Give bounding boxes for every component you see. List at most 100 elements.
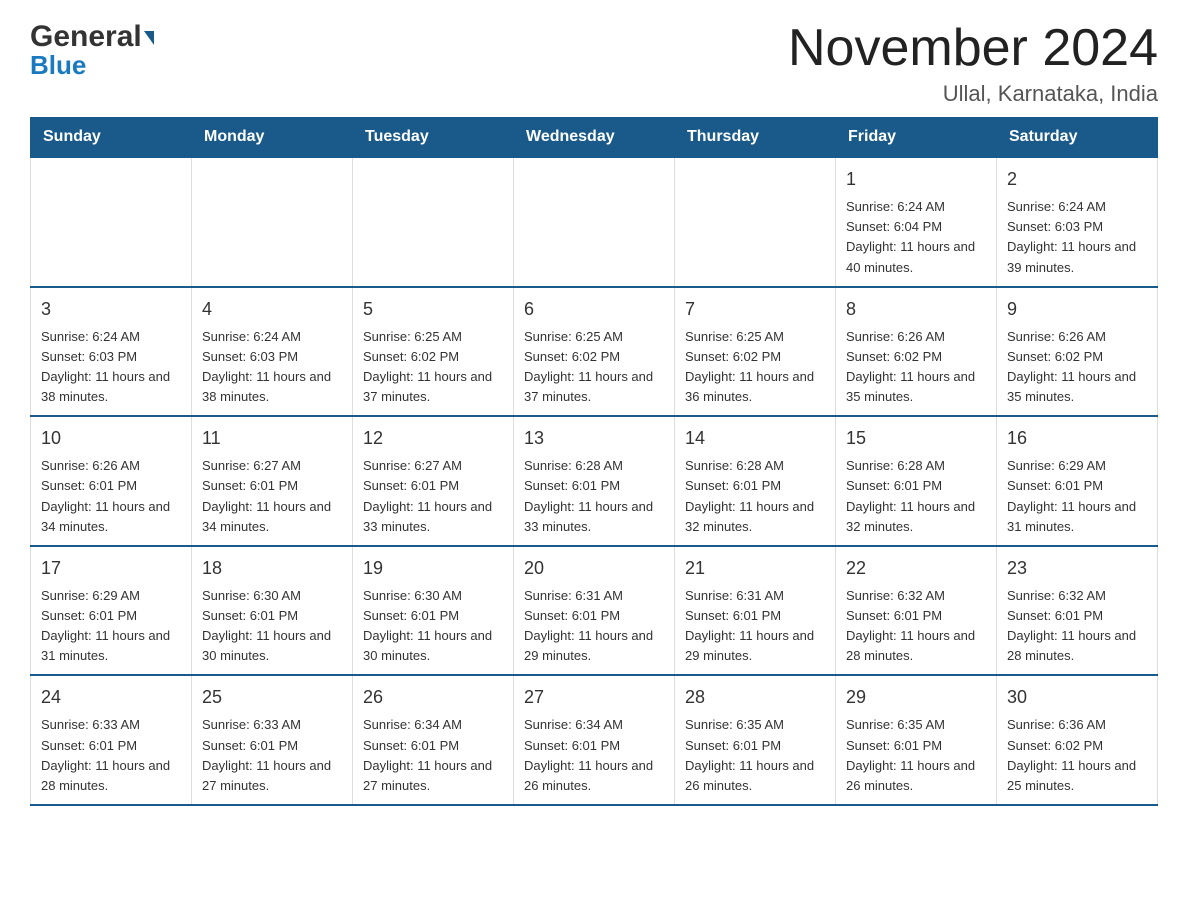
table-row — [675, 157, 836, 287]
day-number: 9 — [1007, 296, 1147, 323]
day-number: 12 — [363, 425, 503, 452]
calendar-table: Sunday Monday Tuesday Wednesday Thursday… — [30, 117, 1158, 806]
day-info: Sunrise: 6:27 AMSunset: 6:01 PMDaylight:… — [202, 456, 342, 537]
day-number: 19 — [363, 555, 503, 582]
table-row: 8Sunrise: 6:26 AMSunset: 6:02 PMDaylight… — [836, 287, 997, 417]
day-number: 5 — [363, 296, 503, 323]
day-info: Sunrise: 6:34 AMSunset: 6:01 PMDaylight:… — [363, 715, 503, 796]
day-number: 26 — [363, 684, 503, 711]
table-row: 11 Sunrise: 6:27 AMSunset: 6:01 PMDayligh… — [192, 416, 353, 546]
day-number: 4 — [202, 296, 342, 323]
day-number: 11 — [202, 425, 342, 452]
day-info: Sunrise: 6:30 AMSunset: 6:01 PMDaylight:… — [202, 586, 342, 667]
table-row: 2 Sunrise: 6:24 AMSunset: 6:03 PMDaylight… — [997, 157, 1158, 287]
header-saturday: Saturday — [997, 118, 1158, 158]
day-info: Sunrise: 6:24 AMSunset: 6:03 PMDaylight:… — [202, 327, 342, 408]
day-number: 22 — [846, 555, 986, 582]
table-row: 15 Sunrise: 6:28 AMSunset: 6:01 PMDayligh… — [836, 416, 997, 546]
location-title: Ullal, Karnataka, India — [788, 81, 1158, 107]
day-info: Sunrise: 6:32 AMSunset: 6:01 PMDaylight:… — [846, 586, 986, 667]
table-row — [353, 157, 514, 287]
table-row: 25 Sunrise: 6:33 AMSunset: 6:01 PMDayligh… — [192, 675, 353, 805]
table-row: 20 Sunrise: 6:31 AMSunset: 6:01 PMDayligh… — [514, 546, 675, 676]
table-row: 22 Sunrise: 6:32 AMSunset: 6:01 PMDayligh… — [836, 546, 997, 676]
day-number: 1 — [846, 166, 986, 193]
logo-blue-text: Blue — [30, 50, 86, 81]
day-number: 2 — [1007, 166, 1147, 193]
day-number: 20 — [524, 555, 664, 582]
table-row: 24Sunrise: 6:33 AMSunset: 6:01 PMDayligh… — [31, 675, 192, 805]
table-row — [514, 157, 675, 287]
table-row: 23 Sunrise: 6:32 AMSunset: 6:01 PMDayligh… — [997, 546, 1158, 676]
day-number: 21 — [685, 555, 825, 582]
day-info: Sunrise: 6:25 AMSunset: 6:02 PMDaylight:… — [524, 327, 664, 408]
table-row: 17 Sunrise: 6:29 AMSunset: 6:01 PMDayligh… — [31, 546, 192, 676]
day-number: 25 — [202, 684, 342, 711]
logo: General Blue — [30, 20, 154, 81]
day-number: 10 — [41, 425, 181, 452]
table-row: 1 Sunrise: 6:24 AMSunset: 6:04 PMDaylight… — [836, 157, 997, 287]
day-info: Sunrise: 6:25 AMSunset: 6:02 PMDaylight:… — [363, 327, 503, 408]
day-number: 30 — [1007, 684, 1147, 711]
table-row: 30 Sunrise: 6:36 AMSunset: 6:02 PMDayligh… — [997, 675, 1158, 805]
table-row: 10 Sunrise: 6:26 AMSunset: 6:01 PMDayligh… — [31, 416, 192, 546]
day-number: 3 — [41, 296, 181, 323]
header-thursday: Thursday — [675, 118, 836, 158]
day-info: Sunrise: 6:24 AMSunset: 6:03 PMDaylight:… — [1007, 197, 1147, 278]
header-tuesday: Tuesday — [353, 118, 514, 158]
day-info: Sunrise: 6:36 AMSunset: 6:02 PMDaylight:… — [1007, 715, 1147, 796]
table-row — [31, 157, 192, 287]
table-row: 7 Sunrise: 6:25 AMSunset: 6:02 PMDaylight… — [675, 287, 836, 417]
month-title: November 2024 — [788, 20, 1158, 77]
day-info: Sunrise: 6:28 AMSunset: 6:01 PMDaylight:… — [685, 456, 825, 537]
table-row: 27 Sunrise: 6:34 AMSunset: 6:01 PMDayligh… — [514, 675, 675, 805]
table-row: 26 Sunrise: 6:34 AMSunset: 6:01 PMDayligh… — [353, 675, 514, 805]
day-info: Sunrise: 6:28 AMSunset: 6:01 PMDaylight:… — [846, 456, 986, 537]
header-friday: Friday — [836, 118, 997, 158]
calendar-header-row: Sunday Monday Tuesday Wednesday Thursday… — [31, 118, 1158, 158]
calendar-week-row: 1 Sunrise: 6:24 AMSunset: 6:04 PMDaylight… — [31, 157, 1158, 287]
day-info: Sunrise: 6:31 AMSunset: 6:01 PMDaylight:… — [524, 586, 664, 667]
header-wednesday: Wednesday — [514, 118, 675, 158]
day-number: 27 — [524, 684, 664, 711]
day-info: Sunrise: 6:31 AMSunset: 6:01 PMDaylight:… — [685, 586, 825, 667]
day-number: 7 — [685, 296, 825, 323]
day-number: 17 — [41, 555, 181, 582]
table-row: 29 Sunrise: 6:35 AMSunset: 6:01 PMDayligh… — [836, 675, 997, 805]
day-info: Sunrise: 6:35 AMSunset: 6:01 PMDaylight:… — [685, 715, 825, 796]
table-row: 4 Sunrise: 6:24 AMSunset: 6:03 PMDaylight… — [192, 287, 353, 417]
day-info: Sunrise: 6:25 AMSunset: 6:02 PMDaylight:… — [685, 327, 825, 408]
table-row: 3 Sunrise: 6:24 AMSunset: 6:03 PMDaylight… — [31, 287, 192, 417]
day-number: 23 — [1007, 555, 1147, 582]
day-info: Sunrise: 6:26 AMSunset: 6:01 PMDaylight:… — [41, 456, 181, 537]
page-header: General Blue November 2024 Ullal, Karnat… — [30, 20, 1158, 107]
table-row: 28 Sunrise: 6:35 AMSunset: 6:01 PMDayligh… — [675, 675, 836, 805]
header-monday: Monday — [192, 118, 353, 158]
calendar-title-area: November 2024 Ullal, Karnataka, India — [788, 20, 1158, 107]
day-number: 15 — [846, 425, 986, 452]
day-number: 28 — [685, 684, 825, 711]
table-row: 16Sunrise: 6:29 AMSunset: 6:01 PMDayligh… — [997, 416, 1158, 546]
table-row: 13 Sunrise: 6:28 AMSunset: 6:01 PMDayligh… — [514, 416, 675, 546]
day-info: Sunrise: 6:35 AMSunset: 6:01 PMDaylight:… — [846, 715, 986, 796]
table-row: 12Sunrise: 6:27 AMSunset: 6:01 PMDayligh… — [353, 416, 514, 546]
day-info: Sunrise: 6:29 AMSunset: 6:01 PMDaylight:… — [41, 586, 181, 667]
day-number: 14 — [685, 425, 825, 452]
day-info: Sunrise: 6:34 AMSunset: 6:01 PMDaylight:… — [524, 715, 664, 796]
day-info: Sunrise: 6:30 AMSunset: 6:01 PMDaylight:… — [363, 586, 503, 667]
table-row: 6Sunrise: 6:25 AMSunset: 6:02 PMDaylight… — [514, 287, 675, 417]
table-row — [192, 157, 353, 287]
table-row: 18 Sunrise: 6:30 AMSunset: 6:01 PMDayligh… — [192, 546, 353, 676]
table-row: 19 Sunrise: 6:30 AMSunset: 6:01 PMDayligh… — [353, 546, 514, 676]
table-row: 21 Sunrise: 6:31 AMSunset: 6:01 PMDayligh… — [675, 546, 836, 676]
table-row: 14 Sunrise: 6:28 AMSunset: 6:01 PMDayligh… — [675, 416, 836, 546]
day-info: Sunrise: 6:26 AMSunset: 6:02 PMDaylight:… — [1007, 327, 1147, 408]
day-info: Sunrise: 6:24 AMSunset: 6:04 PMDaylight:… — [846, 197, 986, 278]
day-info: Sunrise: 6:33 AMSunset: 6:01 PMDaylight:… — [202, 715, 342, 796]
day-info: Sunrise: 6:28 AMSunset: 6:01 PMDaylight:… — [524, 456, 664, 537]
day-info: Sunrise: 6:32 AMSunset: 6:01 PMDaylight:… — [1007, 586, 1147, 667]
day-number: 29 — [846, 684, 986, 711]
day-number: 13 — [524, 425, 664, 452]
day-number: 18 — [202, 555, 342, 582]
day-info: Sunrise: 6:24 AMSunset: 6:03 PMDaylight:… — [41, 327, 181, 408]
